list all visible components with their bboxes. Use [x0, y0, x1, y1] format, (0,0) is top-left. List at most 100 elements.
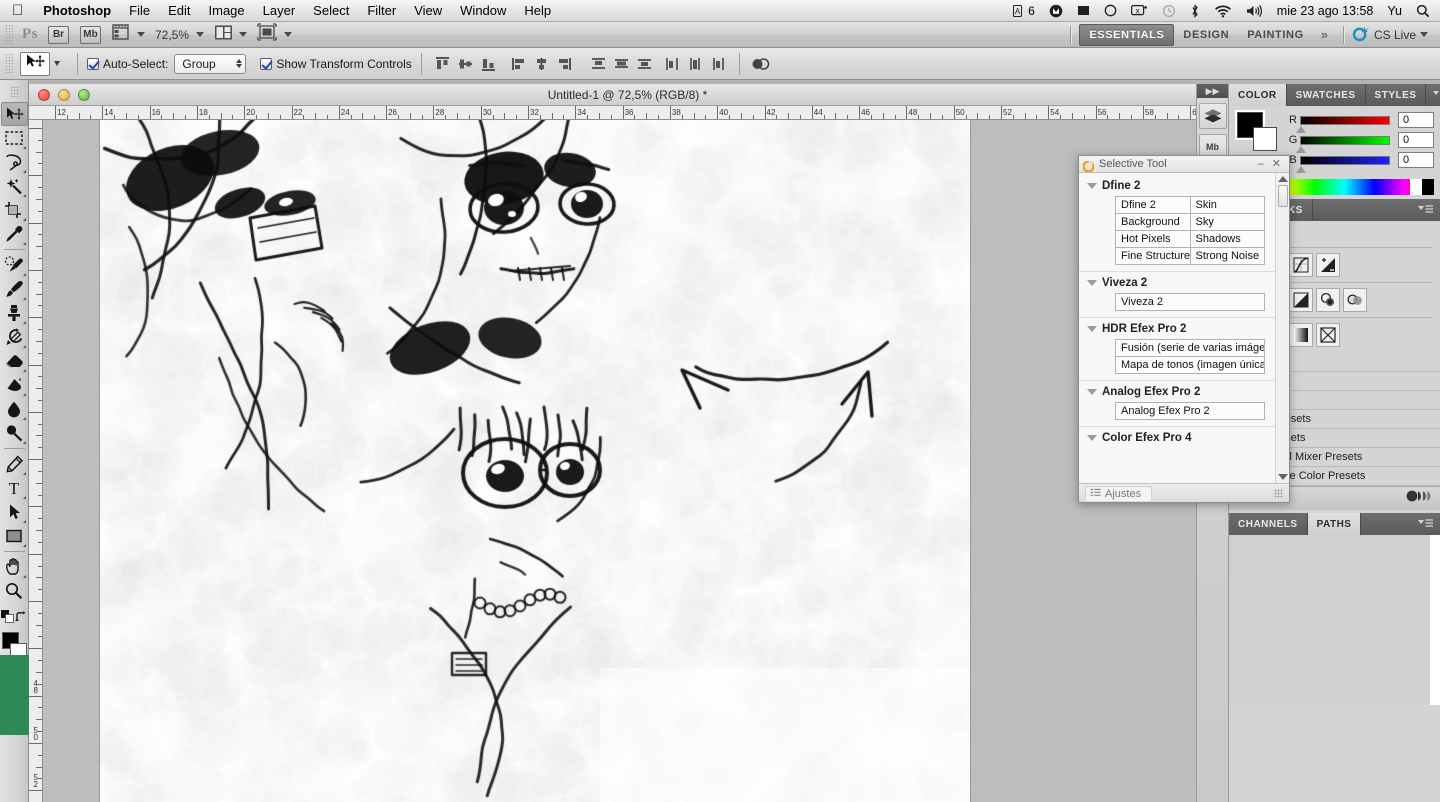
- cs-live-menu[interactable]: CS Live: [1352, 25, 1440, 45]
- spectrum-white-chip[interactable]: [1410, 179, 1422, 195]
- zoom-level-menu[interactable]: 72,5%: [155, 28, 204, 42]
- color-panel-swatches[interactable]: [1237, 112, 1279, 152]
- section-header-viveza2[interactable]: Viveza 2: [1079, 272, 1275, 293]
- distribute-left-edges-icon[interactable]: [662, 54, 683, 74]
- workspace-design[interactable]: DESIGN: [1174, 25, 1238, 45]
- filter-button-viveza2[interactable]: Viveza 2: [1115, 293, 1265, 311]
- black-and-white-icon[interactable]: [1316, 288, 1340, 312]
- minimize-icon[interactable]: –: [1254, 159, 1268, 170]
- appbar-grip[interactable]: [4, 25, 13, 45]
- collapse-panels-icon[interactable]: ▶▶: [1197, 84, 1228, 98]
- menu-item-select[interactable]: Select: [304, 0, 358, 22]
- exposure-icon[interactable]: [1316, 253, 1340, 277]
- screen-mode-menu[interactable]: [257, 23, 292, 46]
- more-workspaces-button[interactable]: »: [1313, 27, 1336, 42]
- paths-panel-body[interactable]: [1229, 535, 1440, 705]
- resize-grip[interactable]: [1274, 489, 1283, 498]
- display-icon[interactable]: [1070, 4, 1097, 17]
- tab-swatches[interactable]: SWATCHES: [1287, 84, 1366, 106]
- channel-slider-r[interactable]: [1300, 116, 1390, 125]
- tool-lasso[interactable]: [1, 150, 28, 174]
- auto-align-layers-icon[interactable]: [750, 54, 771, 74]
- selective-tool-scrollbar[interactable]: [1275, 173, 1289, 483]
- menubar-clock[interactable]: mie 23 ago 13:58: [1270, 4, 1381, 18]
- circle-icon[interactable]: [1097, 4, 1124, 17]
- tab-color[interactable]: COLOR: [1229, 84, 1287, 106]
- section-header-color-efex-pro-4[interactable]: Color Efex Pro 4: [1079, 427, 1275, 448]
- channel-value-g[interactable]: 0: [1398, 132, 1434, 148]
- filter-button-mapa-de-tonos[interactable]: Mapa de tonos (imagen única): [1115, 356, 1265, 374]
- workspace-painting[interactable]: PAINTING: [1238, 25, 1313, 45]
- tool-dodge[interactable]: [1, 421, 28, 445]
- tool-zoom[interactable]: [1, 579, 28, 603]
- tool-pen[interactable]: [1, 452, 28, 476]
- tool-preset-caret[interactable]: [54, 61, 60, 66]
- selective-tool-title-bar[interactable]: Selective Tool – ✕: [1079, 156, 1289, 173]
- view-extras-menu[interactable]: [112, 23, 145, 46]
- launch-bridge-button[interactable]: Br: [48, 26, 69, 44]
- section-header-hdr-efex-pro-2[interactable]: HDR Efex Pro 2: [1079, 318, 1275, 339]
- show-transform-controls-checkbox[interactable]: [260, 58, 272, 70]
- color-panel-background[interactable]: [1253, 127, 1277, 151]
- menu-item-layer[interactable]: Layer: [254, 0, 305, 22]
- tool-history-brush[interactable]: [1, 325, 28, 349]
- mail-badge-icon[interactable]: [1042, 4, 1070, 18]
- adjustments-panel-menu-icon[interactable]: [1411, 199, 1440, 221]
- distribute-vertical-centers-icon[interactable]: [611, 54, 632, 74]
- selective-color-icon[interactable]: [1316, 323, 1340, 347]
- apple-menu-icon[interactable]: : [0, 3, 34, 18]
- distribute-horizontal-centers-icon[interactable]: [685, 54, 706, 74]
- align-left-edges-icon[interactable]: [508, 54, 529, 74]
- tab-paths[interactable]: PATHS: [1308, 513, 1362, 535]
- align-bottom-edges-icon[interactable]: [478, 54, 499, 74]
- scroll-up-arrow[interactable]: [1278, 176, 1288, 182]
- tool-clone-stamp[interactable]: [1, 301, 28, 325]
- menu-item-photoshop[interactable]: Photoshop: [34, 0, 120, 22]
- tool-crop[interactable]: [1, 198, 28, 222]
- menu-item-edit[interactable]: Edit: [159, 0, 199, 22]
- photo-filter-icon[interactable]: [1343, 288, 1367, 312]
- tab-styles[interactable]: STYLES: [1366, 84, 1427, 106]
- align-horizontal-centers-icon[interactable]: [531, 54, 552, 74]
- spectrum-black-chip[interactable]: [1422, 179, 1434, 195]
- auto-select-checkbox[interactable]: [87, 58, 99, 70]
- tool-brush[interactable]: [1, 277, 28, 301]
- menu-item-view[interactable]: View: [405, 0, 451, 22]
- align-vertical-centers-icon[interactable]: [455, 54, 476, 74]
- tool-rectangle-shape[interactable]: [1, 524, 28, 548]
- menu-item-filter[interactable]: Filter: [358, 0, 405, 22]
- distribute-right-edges-icon[interactable]: [708, 54, 729, 74]
- filter-button-analog-efex-pro-2[interactable]: Analog Efex Pro 2: [1115, 402, 1265, 420]
- align-right-edges-icon[interactable]: [554, 54, 575, 74]
- scroll-thumb[interactable]: [1278, 185, 1288, 207]
- close-icon[interactable]: ✕: [1268, 159, 1285, 170]
- default-colors-icon[interactable]: [1, 610, 14, 628]
- filter-button-shadows[interactable]: Shadows: [1191, 230, 1266, 248]
- filter-button-dfine2[interactable]: Dfine 2: [1115, 196, 1191, 214]
- menu-item-help[interactable]: Help: [515, 0, 560, 22]
- layers-icon[interactable]: [1199, 103, 1227, 129]
- optionsbar-grip[interactable]: [4, 54, 13, 74]
- section-header-dfine2[interactable]: Dfine 2: [1079, 175, 1275, 196]
- filter-button-sky[interactable]: Sky: [1191, 213, 1266, 231]
- workspace-essentials[interactable]: ESSENTIALS: [1079, 24, 1174, 46]
- channel-slider-g[interactable]: [1300, 136, 1390, 145]
- spotlight-search-icon[interactable]: [1409, 4, 1440, 18]
- tool-blur[interactable]: [1, 397, 28, 421]
- tool-move[interactable]: [1, 102, 28, 126]
- current-tool-preset[interactable]: [20, 52, 50, 76]
- menubar-user[interactable]: Yu: [1380, 4, 1409, 18]
- canvas-area[interactable]: [43, 120, 1226, 802]
- tools-palette-grip[interactable]: [10, 86, 19, 98]
- swap-colors-icon[interactable]: [15, 610, 27, 628]
- vertical-ruler[interactable]: 48 50 52: [29, 120, 43, 802]
- launch-mini-bridge-button[interactable]: Mb: [80, 26, 101, 44]
- channel-slider-b[interactable]: [1300, 156, 1390, 165]
- input-source-icon[interactable]: A 6: [1006, 4, 1042, 18]
- distribute-bottom-edges-icon[interactable]: [634, 54, 655, 74]
- bluetooth-icon[interactable]: [1183, 4, 1207, 18]
- tool-magic-wand[interactable]: [1, 174, 28, 198]
- color-panel-menu-icon[interactable]: [1426, 84, 1440, 106]
- volume-icon[interactable]: [1239, 4, 1270, 18]
- tool-hand[interactable]: [1, 555, 28, 579]
